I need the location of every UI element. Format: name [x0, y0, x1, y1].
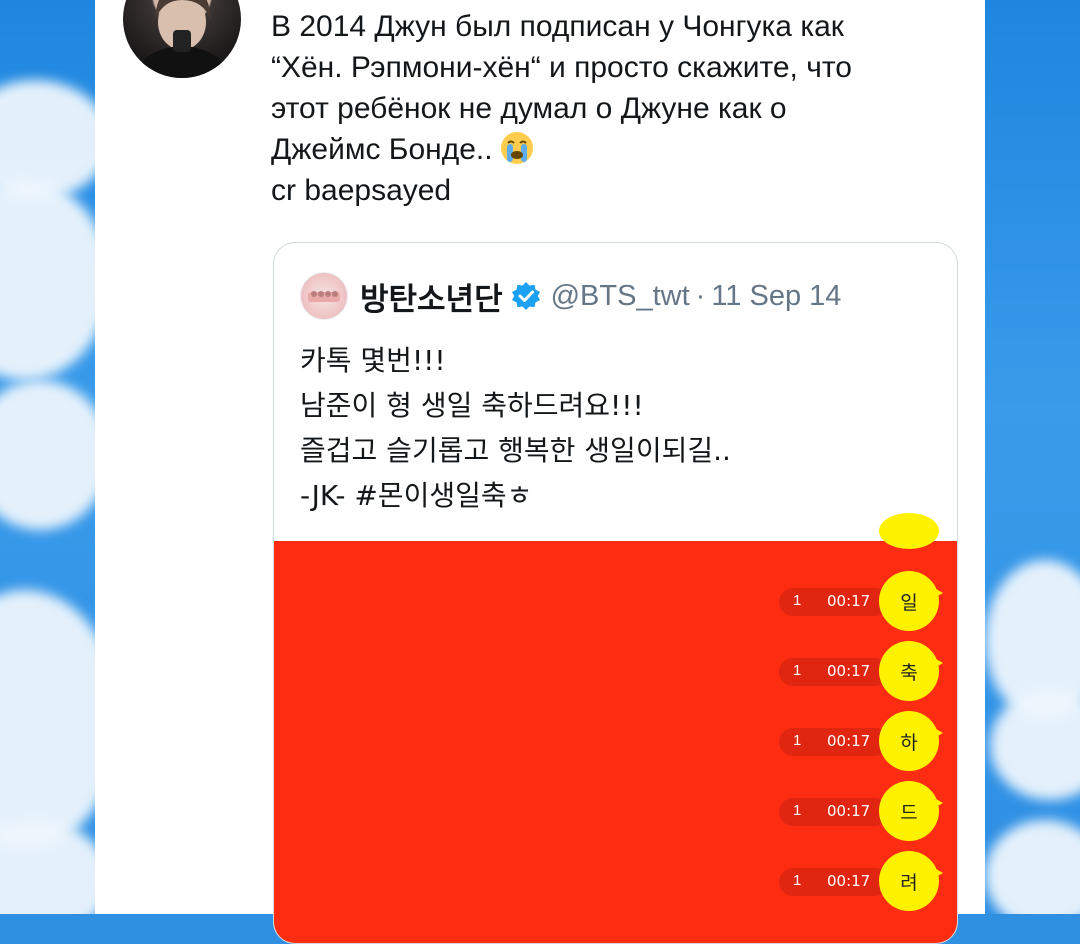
quoted-author-handle[interactable]: @BTS_twt: [551, 280, 690, 313]
message-time: 00:17: [827, 872, 871, 890]
message-time: 00:17: [827, 662, 871, 680]
message-time: 00:17: [827, 592, 871, 610]
unread-count: 1: [793, 662, 802, 679]
unread-count: 1: [793, 872, 802, 889]
unread-count: 1: [793, 592, 802, 609]
quoted-tweet-media[interactable]: 1 00:17 일 1 00:17 축 1 00:17 하 1 00:17 드 …: [274, 513, 957, 943]
message-bubble: 드: [879, 781, 939, 841]
message-bubble: 일: [879, 571, 939, 631]
message-time: 00:17: [827, 732, 871, 750]
quoted-author-name[interactable]: 방탄소년단: [360, 274, 503, 319]
crying-face-icon: [500, 132, 533, 164]
quoted-line: 남준이 형 생일 축하드려요!!!: [300, 389, 644, 422]
quoted-author-avatar[interactable]: [300, 272, 348, 320]
quoted-tweet-header: 방탄소년단 @BTS_twt · 11 Sep 14: [300, 271, 841, 321]
message-bubble: 축: [879, 641, 939, 701]
quoted-tweet-text: 카톡 몇번!!! 남준이 형 생일 축하드려요!!! 즐겁고 슬기롭고 행복한 …: [300, 338, 940, 518]
tweet-credit: cr baepsayed: [271, 174, 452, 207]
chat-bubble-partial: [879, 513, 939, 549]
unread-count: 1: [793, 802, 802, 819]
chat-message: 1 00:17 려: [779, 851, 949, 911]
unread-count: 1: [793, 732, 802, 749]
chat-message: 1 00:17 일: [779, 571, 949, 631]
chat-message: 1 00:17 축: [779, 641, 949, 701]
verified-badge-icon: [511, 282, 540, 310]
quoted-tweet-date[interactable]: 11 Sep 14: [711, 280, 841, 313]
author-avatar[interactable]: [123, 0, 241, 78]
quoted-line: 카톡 몇번!!!: [300, 344, 446, 377]
tweet-line: этот ребёнок не думал о Джуне как о: [271, 92, 787, 125]
tweet-card[interactable]: В 2014 Джун был подписан у Чонгука как “…: [95, 0, 985, 944]
message-bubble: 하: [879, 711, 939, 771]
quoted-line: -JK- #몬이생일축ㅎ: [300, 479, 533, 512]
tweet-line: Джеймс Бонде..: [271, 133, 493, 166]
quoted-line: 즐겁고 슬기롭고 행복한 생일이되길..: [300, 434, 731, 467]
tweet-text: В 2014 Джун был подписан у Чонгука как “…: [271, 6, 971, 211]
tweet-line: “Хён. Рэпмони-хён“ и просто скажите, что: [271, 51, 852, 84]
tweet-line-with-emoji: Джеймс Бонде..: [271, 129, 971, 170]
chat-message: 1 00:17 하: [779, 711, 949, 771]
message-bubble: 려: [879, 851, 939, 911]
quoted-tweet[interactable]: 방탄소년단 @BTS_twt · 11 Sep 14 카톡 몇번!!! 남준이 …: [273, 242, 958, 944]
message-time: 00:17: [827, 802, 871, 820]
chat-message: 1 00:17 드: [779, 781, 949, 841]
separator-dot: ·: [695, 279, 706, 312]
tweet-line: В 2014 Джун был подписан у Чонгука как: [271, 10, 844, 43]
